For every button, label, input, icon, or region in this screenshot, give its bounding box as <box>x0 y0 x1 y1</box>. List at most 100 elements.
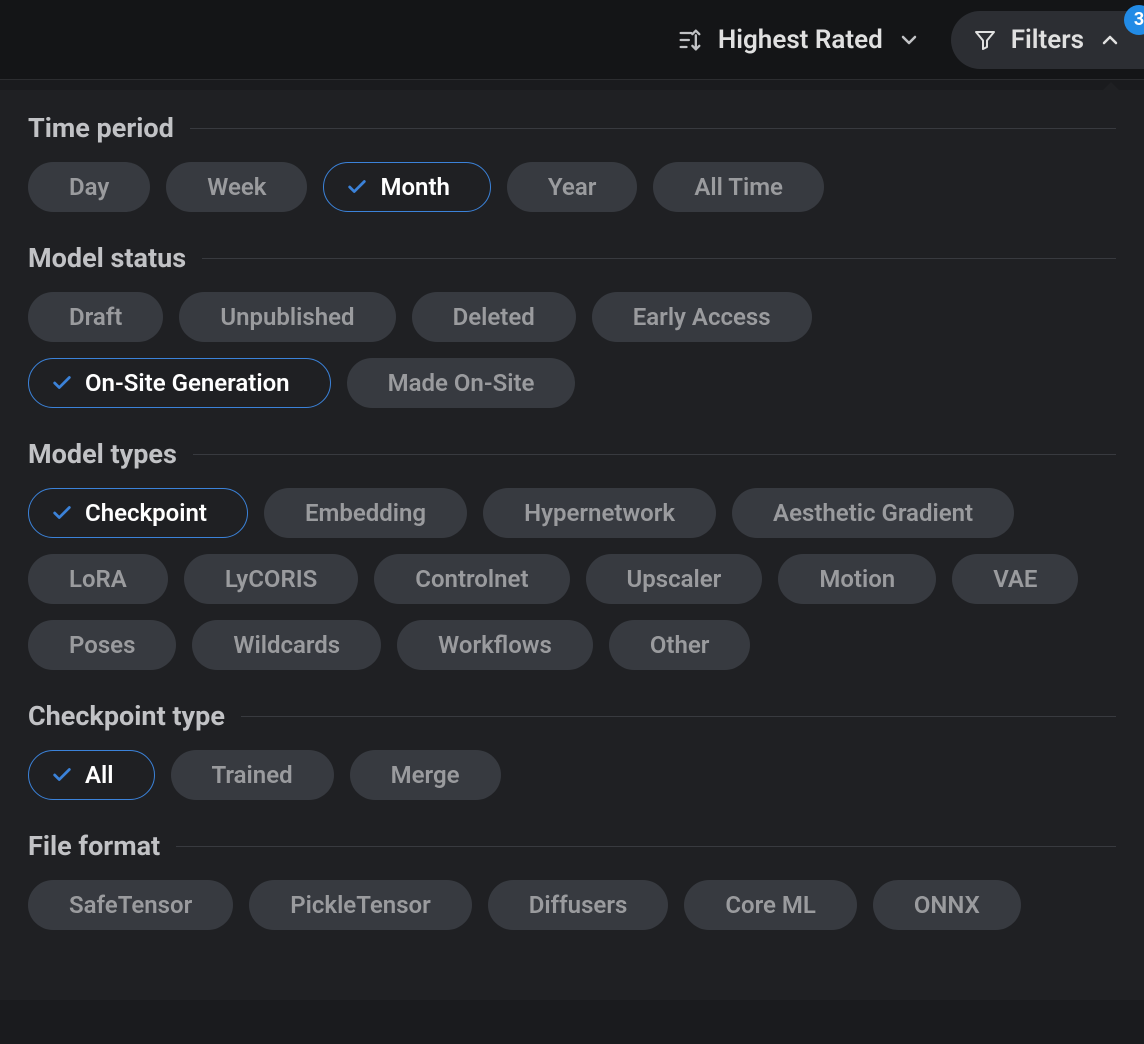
chip-vae[interactable]: VAE <box>952 554 1078 604</box>
chip-label: Poses <box>69 633 135 657</box>
divider <box>190 128 1116 129</box>
section-model-status: Model status Draft Unpublished Deleted Earl… <box>28 242 1116 408</box>
divider <box>202 258 1116 259</box>
section-model-types: Model types Checkpoint Embedding Hypernetw… <box>28 438 1116 670</box>
divider <box>176 846 1116 847</box>
chip-embedding[interactable]: Embedding <box>264 488 467 538</box>
chip-merge[interactable]: Merge <box>350 750 501 800</box>
chip-label: Core ML <box>725 893 816 917</box>
chip-label: Diffusers <box>529 893 628 917</box>
chip-upscaler[interactable]: Upscaler <box>586 554 763 604</box>
chip-other[interactable]: Other <box>609 620 751 670</box>
chip-on-site-generation[interactable]: On-Site Generation <box>28 358 331 408</box>
section-checkpoint-type: Checkpoint type All Trained Merge <box>28 700 1116 800</box>
chip-label: Day <box>69 175 109 199</box>
section-time-period: Time period Day Week Month Year All Time <box>28 112 1116 212</box>
filters-count-badge: 3 <box>1124 5 1144 35</box>
section-title: File format <box>28 830 160 862</box>
filters-panel: Time period Day Week Month Year All Time Mod… <box>0 90 1144 1000</box>
divider <box>241 716 1116 717</box>
section-file-format: File format SafeTensor PickleTensor Diffus… <box>28 830 1116 930</box>
chip-unpublished[interactable]: Unpublished <box>179 292 395 342</box>
check-icon <box>51 764 73 786</box>
chip-label: Trained <box>212 763 293 787</box>
chip-aesthetic-gradient[interactable]: Aesthetic Gradient <box>732 488 1014 538</box>
chip-deleted[interactable]: Deleted <box>412 292 576 342</box>
chip-label: All Time <box>694 175 783 199</box>
filter-icon <box>973 28 997 52</box>
chip-all[interactable]: All <box>28 750 155 800</box>
chip-label: Draft <box>69 305 122 329</box>
sort-label: Highest Rated <box>718 25 883 55</box>
chip-label: Made On-Site <box>388 371 535 395</box>
check-icon <box>51 502 73 524</box>
chip-label: Controlnet <box>415 567 528 591</box>
model-types-chips: Checkpoint Embedding Hypernetwork Aesthetic… <box>28 488 1116 670</box>
time-period-chips: Day Week Month Year All Time <box>28 162 1116 212</box>
chip-month[interactable]: Month <box>323 162 490 212</box>
chip-pickletensor[interactable]: PickleTensor <box>249 880 472 930</box>
chip-label: Week <box>207 175 266 199</box>
chip-onnx[interactable]: ONNX <box>873 880 1021 930</box>
chip-label: Aesthetic Gradient <box>773 501 973 525</box>
chip-year[interactable]: Year <box>507 162 637 212</box>
model-status-chips: Draft Unpublished Deleted Early Access On-Si… <box>28 292 1116 408</box>
filters-button[interactable]: Filters 3 <box>951 11 1144 69</box>
chip-week[interactable]: Week <box>166 162 307 212</box>
chip-safetensor[interactable]: SafeTensor <box>28 880 233 930</box>
file-format-chips: SafeTensor PickleTensor Diffusers Core ML ON… <box>28 880 1116 930</box>
section-title: Model types <box>28 438 177 470</box>
chip-label: PickleTensor <box>290 893 431 917</box>
chip-lora[interactable]: LoRA <box>28 554 168 604</box>
chip-all-time[interactable]: All Time <box>653 162 824 212</box>
chip-hypernetwork[interactable]: Hypernetwork <box>483 488 716 538</box>
chip-label: Early Access <box>633 305 771 329</box>
section-title: Checkpoint type <box>28 700 225 732</box>
topbar: Highest Rated Filters 3 <box>0 0 1144 80</box>
chip-workflows[interactable]: Workflows <box>397 620 593 670</box>
chip-label: VAE <box>993 567 1037 591</box>
sort-dropdown[interactable]: Highest Rated <box>658 15 939 65</box>
chip-controlnet[interactable]: Controlnet <box>374 554 569 604</box>
chip-poses[interactable]: Poses <box>28 620 176 670</box>
chip-early-access[interactable]: Early Access <box>592 292 812 342</box>
check-icon <box>51 372 73 394</box>
chip-label: Wildcards <box>233 633 340 657</box>
chip-day[interactable]: Day <box>28 162 150 212</box>
chevron-up-icon <box>1098 28 1122 52</box>
chip-label: LyCORIS <box>225 567 317 591</box>
chip-diffusers[interactable]: Diffusers <box>488 880 669 930</box>
chip-label: Unpublished <box>220 305 354 329</box>
checkpoint-type-chips: All Trained Merge <box>28 750 1116 800</box>
chip-label: Checkpoint <box>85 501 207 525</box>
chip-core-ml[interactable]: Core ML <box>684 880 857 930</box>
chip-trained[interactable]: Trained <box>171 750 334 800</box>
chip-checkpoint[interactable]: Checkpoint <box>28 488 248 538</box>
chip-label: ONNX <box>914 893 980 917</box>
chip-label: Other <box>650 633 710 657</box>
chip-made-on-site[interactable]: Made On-Site <box>347 358 576 408</box>
chevron-down-icon <box>897 28 921 52</box>
chip-label: Deleted <box>453 305 535 329</box>
section-title: Time period <box>28 112 174 144</box>
chip-label: Month <box>380 175 449 199</box>
chip-label: Merge <box>391 763 460 787</box>
filters-label: Filters <box>1011 25 1084 55</box>
chip-label: Upscaler <box>627 567 722 591</box>
chip-label: Embedding <box>305 501 426 525</box>
chip-label: On-Site Generation <box>85 371 290 395</box>
chip-wildcards[interactable]: Wildcards <box>192 620 381 670</box>
chip-label: Hypernetwork <box>524 501 675 525</box>
chip-draft[interactable]: Draft <box>28 292 163 342</box>
chip-motion[interactable]: Motion <box>778 554 936 604</box>
chip-label: LoRA <box>69 567 127 591</box>
sort-icon <box>676 26 704 54</box>
divider <box>193 454 1116 455</box>
chip-label: SafeTensor <box>69 893 192 917</box>
chip-lycoris[interactable]: LyCORIS <box>184 554 358 604</box>
chip-label: Workflows <box>438 633 552 657</box>
chip-label: Motion <box>819 567 895 591</box>
section-title: Model status <box>28 242 186 274</box>
chip-label: Year <box>548 175 596 199</box>
chip-label: All <box>85 763 114 787</box>
